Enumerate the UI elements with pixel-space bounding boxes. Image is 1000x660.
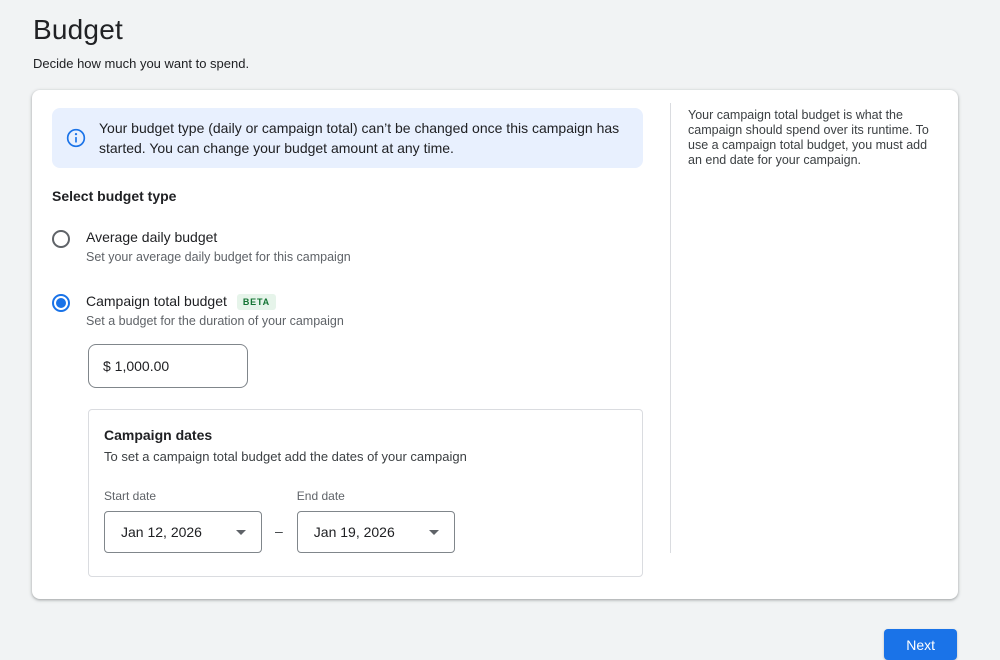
start-date-label: Start date xyxy=(104,489,262,503)
page-header: Budget Decide how much you want to spend… xyxy=(0,0,1000,71)
info-banner-text: Your budget type (daily or campaign tota… xyxy=(99,118,627,158)
dates-row: Start date Jan 12, 2026 – End date Jan 1… xyxy=(104,489,627,553)
start-date-field: Start date Jan 12, 2026 xyxy=(104,489,262,553)
radio-description-campaign-total-budget: Set a budget for the duration of your ca… xyxy=(86,314,344,328)
dropdown-arrow-icon xyxy=(429,530,439,535)
radio-unselected-icon[interactable] xyxy=(52,230,70,248)
radio-option-average-daily-budget[interactable]: Average daily budget Set your average da… xyxy=(52,229,643,264)
radio-option-campaign-total-budget[interactable]: Campaign total budget BETA Set a budget … xyxy=(52,293,643,328)
radio-description-average-daily-budget: Set your average daily budget for this c… xyxy=(86,250,351,264)
budget-card: Your budget type (daily or campaign tota… xyxy=(32,90,958,599)
dropdown-arrow-icon xyxy=(236,530,246,535)
end-date-select[interactable]: Jan 19, 2026 xyxy=(297,511,455,553)
footer: Next xyxy=(0,599,1000,660)
end-date-label: End date xyxy=(297,489,455,503)
campaign-dates-section: Campaign dates To set a campaign total b… xyxy=(88,409,643,577)
help-panel: Your campaign total budget is what the c… xyxy=(670,103,958,553)
campaign-dates-heading: Campaign dates xyxy=(104,427,627,443)
start-date-value: Jan 12, 2026 xyxy=(121,524,202,540)
end-date-field: End date Jan 19, 2026 xyxy=(297,489,455,553)
budget-type-heading: Select budget type xyxy=(52,188,643,204)
info-banner: Your budget type (daily or campaign tota… xyxy=(52,108,643,168)
budget-card-main: Your budget type (daily or campaign tota… xyxy=(32,90,670,599)
budget-amount-input[interactable] xyxy=(88,344,248,388)
campaign-dates-description: To set a campaign total budget add the d… xyxy=(104,449,627,464)
beta-badge: BETA xyxy=(237,294,276,310)
radio-label-average-daily-budget: Average daily budget xyxy=(86,229,217,246)
page-subtitle: Decide how much you want to spend. xyxy=(33,56,1000,71)
page-title: Budget xyxy=(33,14,1000,46)
end-date-value: Jan 19, 2026 xyxy=(314,524,395,540)
radio-option-texts: Average daily budget Set your average da… xyxy=(86,229,351,264)
date-range-separator: – xyxy=(275,523,283,539)
help-panel-text: Your campaign total budget is what the c… xyxy=(688,108,938,168)
radio-selected-icon[interactable] xyxy=(52,294,70,312)
radio-option-texts: Campaign total budget BETA Set a budget … xyxy=(86,293,344,328)
start-date-select[interactable]: Jan 12, 2026 xyxy=(104,511,262,553)
next-button[interactable]: Next xyxy=(884,629,957,660)
radio-label-campaign-total-budget: Campaign total budget xyxy=(86,293,227,310)
info-icon xyxy=(66,128,86,148)
